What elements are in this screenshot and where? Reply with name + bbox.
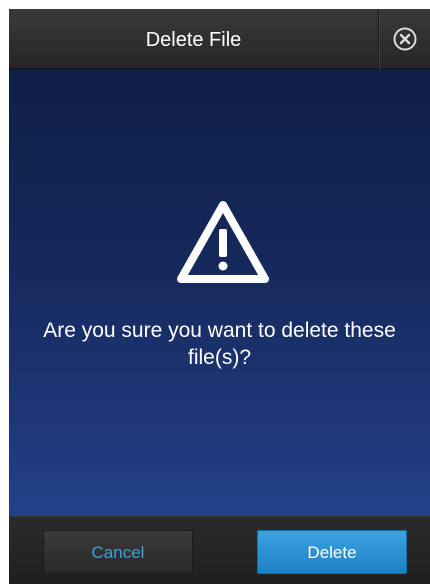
- confirmation-message: Are you sure you want to delete these fi…: [43, 319, 396, 369]
- dialog-footer: Cancel Delete: [9, 516, 430, 584]
- dialog-title: Delete File: [145, 29, 242, 51]
- warning-triangle-icon: [177, 201, 269, 283]
- dialog-header: Delete File: [9, 9, 430, 69]
- cancel-button[interactable]: Cancel: [43, 530, 193, 574]
- close-circle-icon[interactable]: [393, 27, 417, 51]
- dialog-body: Are you sure you want to delete these fi…: [9, 69, 430, 516]
- delete-file-dialog: Delete File Are you sure you want to del…: [9, 9, 430, 584]
- close-button-cell: [378, 9, 430, 69]
- delete-button[interactable]: Delete: [257, 530, 407, 574]
